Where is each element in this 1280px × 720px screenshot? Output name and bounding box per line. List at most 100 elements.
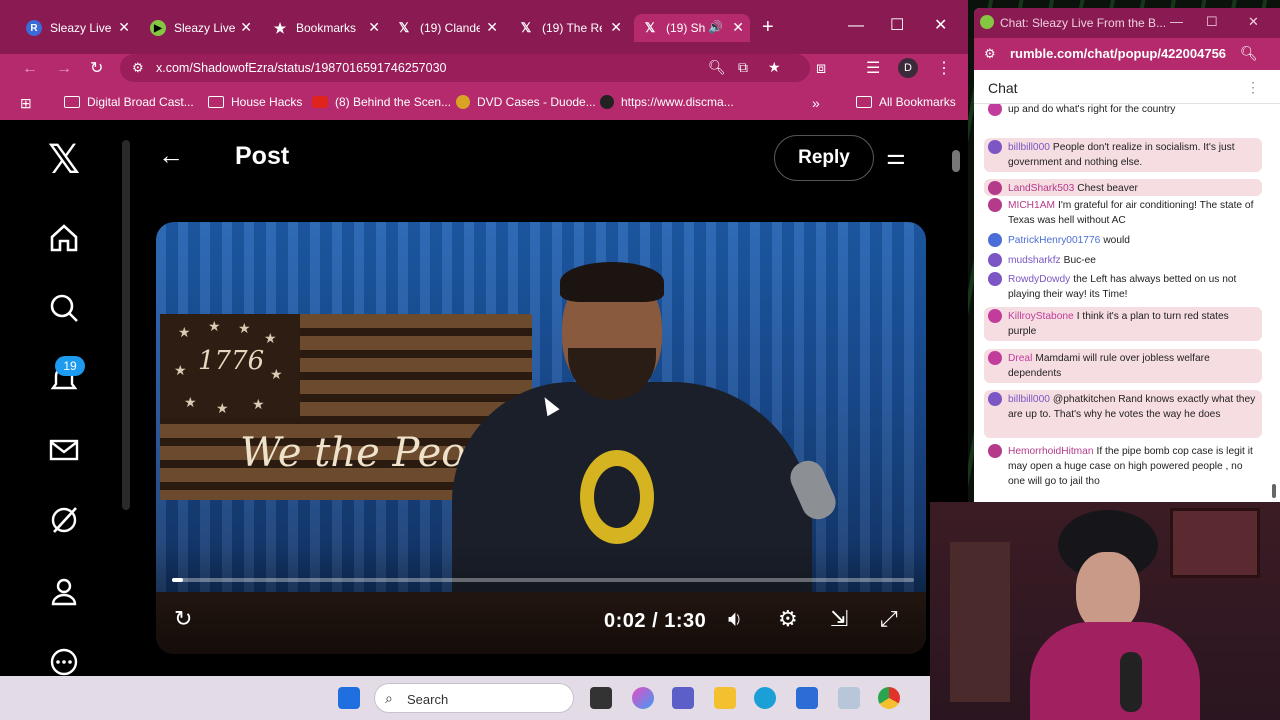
- reading-list-icon[interactable]: ☰: [866, 60, 880, 78]
- close-icon[interactable]: ✕: [240, 20, 252, 34]
- grok-icon[interactable]: [44, 500, 84, 540]
- video-progress-bar[interactable]: [172, 578, 914, 582]
- bookmark-behind-scenes[interactable]: (8) Behind the Scen...: [312, 95, 451, 109]
- chat-avatar[interactable]: [988, 253, 1002, 267]
- messages-envelope-icon[interactable]: [44, 430, 84, 470]
- tab-x-active[interactable]: 𝕏 (19) Sh 🔊 ✕: [634, 14, 750, 42]
- fullscreen-icon[interactable]: ⤢: [880, 606, 898, 632]
- chat-username[interactable]: PatrickHenry001776: [1008, 235, 1100, 246]
- replay-icon[interactable]: ↻: [174, 606, 192, 632]
- reply-button[interactable]: Reply: [774, 135, 874, 181]
- close-icon[interactable]: ✕: [732, 20, 744, 34]
- bookmark-house-hacks[interactable]: House Hacks: [208, 95, 302, 109]
- all-bookmarks[interactable]: All Bookmarks: [856, 95, 956, 109]
- chat-avatar[interactable]: [988, 309, 1002, 323]
- tab-search-icon[interactable]: ⧈: [816, 60, 826, 78]
- speaker-icon[interactable]: 🔊: [708, 20, 723, 34]
- address-bar[interactable]: ⚙ x.com/ShadowofEzra/status/198701659174…: [120, 54, 810, 82]
- windows-start-icon[interactable]: [338, 687, 360, 709]
- chat-message[interactable]: up and do what's right for the country: [984, 104, 1262, 130]
- chat-address-bar[interactable]: ⚙ rumble.com/chat/popup/422004756 🔍︎: [974, 38, 1280, 70]
- chat-message[interactable]: billbill000 @phatkitchen Rand knows exact…: [984, 390, 1262, 438]
- chat-avatar[interactable]: [988, 181, 1002, 195]
- site-info-icon[interactable]: ⚙: [984, 46, 996, 62]
- home-icon[interactable]: [44, 218, 84, 258]
- forward-icon[interactable]: →: [56, 60, 72, 78]
- chrome-icon[interactable]: [878, 687, 900, 709]
- app-icon[interactable]: [838, 687, 860, 709]
- sidebar-scrollbar[interactable]: [122, 140, 130, 510]
- chat-username[interactable]: HemorrhoidHitman: [1008, 446, 1094, 457]
- chat-avatar[interactable]: [988, 140, 1002, 154]
- chat-message[interactable]: PatrickHenry001776 would: [984, 231, 1262, 248]
- maximize-icon[interactable]: ☐: [890, 17, 904, 35]
- minimize-icon[interactable]: —: [1170, 14, 1183, 29]
- edge-icon[interactable]: [754, 687, 776, 709]
- volume-icon[interactable]: 🔉︎: [728, 606, 742, 632]
- chat-username[interactable]: MICH1AM: [1008, 200, 1055, 211]
- chat-menu-icon[interactable]: ⋮: [1246, 79, 1260, 96]
- reload-icon[interactable]: ↻: [90, 60, 103, 78]
- video-player[interactable]: ★ ★ ★ ★ ★ ★ ★ ★ ★ 1776 We the People ↻ 0…: [156, 222, 926, 654]
- url-text[interactable]: x.com/ShadowofEzra/status/19870165917462…: [156, 61, 447, 75]
- close-icon[interactable]: ✕: [610, 20, 622, 34]
- chat-message[interactable]: KillroyStabone I think it's a plan to tur…: [984, 307, 1262, 341]
- chat-message-list[interactable]: up and do what's right for the country bi…: [974, 104, 1270, 502]
- chat-username[interactable]: LandShark503: [1008, 183, 1074, 194]
- chat-username[interactable]: billbill000: [1008, 394, 1050, 405]
- site-info-icon[interactable]: ⚙: [132, 60, 144, 76]
- tab-x-clande[interactable]: 𝕏 (19) Clande ✕: [396, 14, 498, 42]
- chat-scrollbar-thumb[interactable]: [1272, 484, 1276, 498]
- chat-avatar[interactable]: [988, 392, 1002, 406]
- chat-avatar[interactable]: [988, 351, 1002, 365]
- chat-message[interactable]: HemorrhoidHitman If the pipe bomb cop cas…: [984, 442, 1262, 490]
- tab-bookmarks[interactable]: ★ Bookmarks ✕: [272, 14, 380, 42]
- menu-kebab-icon[interactable]: ⋮: [936, 60, 952, 78]
- tab-sleazy-live-2[interactable]: ▶ Sleazy Live ✕: [150, 14, 252, 42]
- tab-x-the-re[interactable]: 𝕏 (19) The Re ✕: [518, 14, 622, 42]
- chat-message[interactable]: MICH1AM I'm grateful for air conditioning…: [984, 196, 1262, 228]
- chat-username[interactable]: RowdyDowdy: [1008, 274, 1070, 285]
- chat-username[interactable]: Dreal: [1008, 353, 1032, 364]
- zoom-icon[interactable]: 🔍︎: [708, 59, 726, 76]
- bookmark-star-icon[interactable]: ★: [768, 59, 781, 76]
- zoom-icon[interactable]: 🔍︎: [1240, 45, 1258, 62]
- chat-message[interactable]: billbill000 People don't realize in socia…: [984, 138, 1262, 172]
- close-window-icon[interactable]: ✕: [934, 17, 947, 35]
- profile-avatar[interactable]: D: [898, 58, 918, 78]
- new-tab-button[interactable]: +: [762, 17, 774, 37]
- chat-avatar[interactable]: [988, 444, 1002, 458]
- close-icon[interactable]: ✕: [118, 20, 130, 34]
- maximize-icon[interactable]: ☐: [1206, 14, 1218, 30]
- close-icon[interactable]: ✕: [1248, 14, 1259, 30]
- chat-message[interactable]: RowdyDowdy the Left has always betted on …: [984, 270, 1262, 302]
- task-view-icon[interactable]: [590, 687, 612, 709]
- chat-url[interactable]: rumble.com/chat/popup/422004756: [1010, 46, 1226, 61]
- page-scrollbar-thumb[interactable]: [952, 150, 960, 172]
- bookmark-digital-broadcast[interactable]: Digital Broad Cast...: [64, 95, 194, 109]
- bookmark-discmakers[interactable]: https://www.discma...: [600, 95, 734, 109]
- chat-message[interactable]: LandShark503 Chest beaver: [984, 179, 1262, 196]
- taskbar-search[interactable]: ⌕ Search: [374, 683, 574, 713]
- chat-avatar[interactable]: [988, 104, 1002, 116]
- x-logo-icon[interactable]: 𝕏: [44, 137, 84, 183]
- video-settings-gear-icon[interactable]: ⚙: [778, 606, 798, 632]
- close-icon[interactable]: ✕: [368, 20, 380, 34]
- chat-username[interactable]: mudsharkfz: [1008, 255, 1061, 266]
- chat-avatar[interactable]: [988, 198, 1002, 212]
- teams-icon[interactable]: [672, 687, 694, 709]
- back-arrow-icon[interactable]: ←: [158, 140, 184, 171]
- store-icon[interactable]: [796, 687, 818, 709]
- back-icon[interactable]: ←: [22, 60, 38, 78]
- profile-icon[interactable]: [44, 572, 84, 612]
- chat-avatar[interactable]: [988, 233, 1002, 247]
- chat-scrollbar[interactable]: [1270, 104, 1278, 502]
- bookmark-dvd-cases[interactable]: DVD Cases - Duode...: [456, 95, 596, 109]
- chat-avatar[interactable]: [988, 272, 1002, 286]
- settings-sliders-icon[interactable]: ⚌: [886, 144, 906, 170]
- chat-message[interactable]: Dreal Mamdami will rule over jobless welf…: [984, 349, 1262, 383]
- search-icon[interactable]: [44, 288, 84, 328]
- minimize-icon[interactable]: —: [848, 17, 864, 35]
- close-icon[interactable]: ✕: [486, 20, 498, 34]
- more-bookmarks-chevron-icon[interactable]: »: [812, 95, 820, 111]
